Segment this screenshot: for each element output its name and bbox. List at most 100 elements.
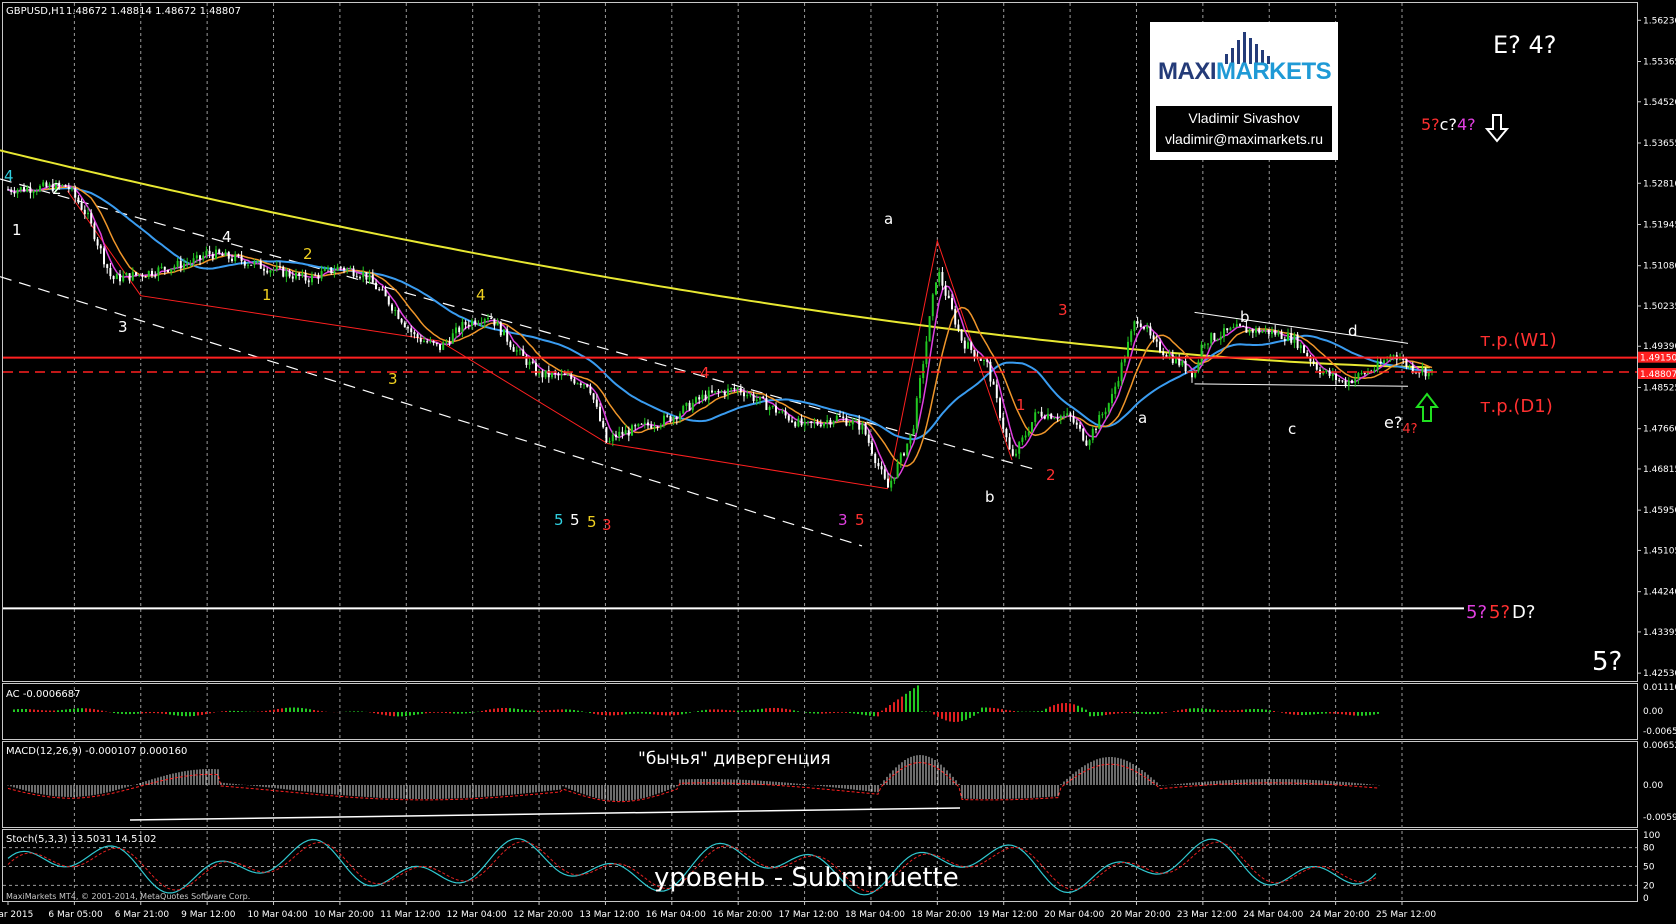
candle-body-down	[141, 274, 144, 277]
candle-body-down	[83, 209, 86, 215]
candle-body-down	[144, 276, 147, 278]
candle-body-down	[330, 267, 333, 273]
candle-body-down	[240, 256, 243, 262]
candle-body-down	[605, 427, 608, 443]
candle-body-down	[957, 324, 960, 330]
wave-label: 5	[570, 511, 580, 529]
candle-body-down	[810, 421, 813, 424]
candle-body-up	[679, 413, 681, 420]
candle-body-up	[544, 370, 547, 378]
candle-body-up	[1114, 386, 1117, 394]
candle-body-down	[298, 272, 301, 276]
candle-body-down	[381, 289, 384, 291]
candle-body-down	[1306, 352, 1309, 357]
candle-body-up	[560, 373, 563, 376]
candle-body-up	[1120, 362, 1123, 382]
candle-body-down	[877, 463, 880, 467]
candle-body-down	[397, 309, 400, 319]
candle-body-up	[1034, 412, 1037, 423]
candle-body-down	[317, 274, 320, 279]
candle-body-up	[253, 261, 256, 265]
candle-body-down	[647, 422, 649, 426]
candle-body-up	[714, 390, 717, 393]
wave-label: 2	[52, 180, 62, 198]
candle-body-up	[477, 323, 480, 325]
candle-body-down	[163, 266, 166, 270]
candle-body-down	[675, 417, 678, 420]
candle-body-up	[637, 423, 640, 427]
candle-body-down	[1283, 339, 1286, 341]
y-tick-label: 1.48525	[1643, 383, 1676, 393]
candle-body-down	[199, 255, 201, 260]
candle-body-down	[762, 396, 765, 399]
trading-chart[interactable]: 1.56230 1.55365 1.54520 1.53655 1.52810 1.519…	[0, 0, 1676, 924]
candle-body-up	[1130, 331, 1133, 342]
candle-body-down	[733, 388, 736, 390]
candle-body-down	[419, 338, 422, 342]
candle-body-down	[867, 434, 870, 443]
candle-body-up	[1408, 365, 1411, 367]
candle-body-up	[1133, 321, 1136, 332]
candle-body-up	[797, 418, 800, 427]
candle-body-up	[631, 425, 633, 436]
candle-body-up	[1399, 358, 1401, 360]
candle-body-down	[1312, 361, 1315, 364]
candle-body-down	[650, 425, 653, 429]
candle-body-up	[451, 333, 454, 344]
candle-body-up	[899, 453, 902, 463]
candle-body-up	[87, 212, 89, 215]
candle-body-up	[61, 184, 64, 186]
level-w1-label: т.р.(W1)	[1480, 330, 1557, 351]
x-tick-label: 12 Mar 20:00	[513, 910, 573, 920]
candle-body-up	[138, 274, 141, 276]
candle-body-down	[839, 415, 841, 417]
candle-body-down	[1069, 413, 1072, 417]
candle-body-down	[963, 340, 966, 349]
candle-body-down	[1178, 357, 1181, 366]
y-tick-label: 1.44240	[1643, 588, 1676, 598]
x-tick-label: 10 Mar 20:00	[314, 910, 374, 920]
candle-body-up	[327, 267, 329, 269]
candle-body-down	[794, 422, 797, 427]
candle-body-down	[96, 239, 99, 246]
author-name: Vladimir Sivashov	[1188, 110, 1300, 126]
symbol-label: GBPUSD,H1	[6, 6, 65, 17]
candle-body-up	[483, 319, 486, 323]
candle-body-down	[717, 390, 720, 393]
candle-body-down	[1082, 428, 1085, 441]
candle-body-up	[1210, 333, 1213, 344]
candle-body-down	[474, 320, 477, 325]
candle-body-up	[727, 388, 729, 396]
candle-body-up	[659, 424, 662, 428]
candle-body-down	[80, 202, 83, 210]
candle-body-up	[186, 263, 189, 265]
candle-body-up	[701, 394, 704, 400]
candle-body-up	[759, 396, 761, 400]
candle-body-down	[1159, 341, 1161, 352]
annotation-c4: 5?c?4?	[1421, 115, 1476, 134]
candle-body-up	[1207, 343, 1209, 345]
candle-body-down	[743, 392, 745, 397]
annotation-d5-white: D?	[1512, 602, 1535, 623]
candle-body-up	[1047, 413, 1049, 419]
candle-body-down	[90, 212, 93, 224]
candle-body-up	[71, 187, 73, 189]
candle-body-up	[234, 254, 237, 261]
candle-body-down	[688, 402, 691, 411]
candle-body-up	[176, 260, 179, 267]
candle-body-up	[935, 282, 937, 295]
candle-body-up	[1331, 373, 1334, 376]
candle-body-down	[282, 266, 285, 277]
candle-body-down	[1171, 354, 1174, 364]
candle-body-down	[554, 372, 557, 374]
ac-tick-label: 0.00	[1643, 707, 1663, 717]
x-tick-label: 20 Mar 20:00	[1110, 910, 1170, 920]
candle-body-down	[1043, 416, 1046, 419]
candle-body-down	[1424, 368, 1427, 377]
candle-body-down	[250, 264, 253, 266]
candle-body-down	[845, 417, 848, 426]
candle-body-up	[813, 422, 816, 424]
candle-body-up	[551, 372, 553, 378]
candle-body-down	[1245, 326, 1248, 333]
wave-label: 1	[12, 221, 22, 239]
